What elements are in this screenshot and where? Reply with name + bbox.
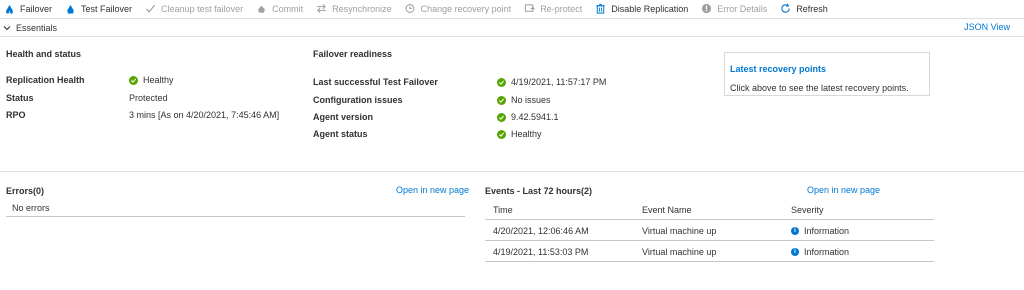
rpo-label: RPO <box>6 110 26 120</box>
test-failover-button[interactable]: Test Failover <box>64 0 132 17</box>
row-divider <box>485 240 934 241</box>
event-severity: i Information <box>791 247 849 257</box>
success-check-icon <box>497 95 506 105</box>
configuration-issues-text: No issues <box>511 95 551 105</box>
replication-health-label: Replication Health <box>6 75 85 85</box>
cleanup-label: Cleanup test failover <box>161 3 244 14</box>
agent-status-text: Healthy <box>511 129 542 139</box>
events-heading: Events - Last 72 hours(2) <box>485 186 593 196</box>
test-failover-icon <box>64 3 76 15</box>
rpo-value: 3 mins [As on 4/20/2021, 7:45:46 AM] <box>129 110 280 120</box>
resynchronize-button[interactable]: Resynchronize <box>315 0 392 17</box>
cleanup-test-failover-button[interactable]: Cleanup test failover <box>144 0 243 17</box>
change-recovery-point-button[interactable]: Change recovery point <box>404 0 512 17</box>
reprotect-icon <box>523 3 535 15</box>
toolbar-divider <box>0 18 1024 19</box>
row-divider <box>485 261 934 262</box>
essentials-divider <box>0 36 1024 37</box>
column-header-event-name[interactable]: Event Name <box>642 205 692 215</box>
replication-health-value: Healthy <box>129 75 174 85</box>
last-test-failover-label: Last successful Test Failover <box>313 77 438 87</box>
failover-label: Failover <box>20 3 53 14</box>
trash-icon <box>594 3 606 15</box>
command-bar: Failover Test Failover Cleanup test fail… <box>0 0 1024 17</box>
disable-label: Disable Replication <box>611 3 689 14</box>
event-severity: i Information <box>791 226 849 236</box>
last-test-failover-text: 4/19/2021, 11:57:17 PM <box>511 77 607 87</box>
failover-button[interactable]: Failover <box>3 0 52 17</box>
column-header-severity[interactable]: Severity <box>791 205 824 215</box>
events-open-new-page-link[interactable]: Open in new page <box>807 185 880 195</box>
status-label: Status <box>6 93 34 103</box>
errors-heading: Errors(0) <box>6 186 45 196</box>
configuration-issues-value: No issues <box>497 95 551 105</box>
commit-label: Commit <box>272 3 304 14</box>
failover-icon <box>3 3 15 15</box>
agent-version-value: 9.42.5941.1 <box>497 112 559 122</box>
test-failover-label: Test Failover <box>81 3 133 14</box>
reprotect-label: Re-protect <box>540 3 583 14</box>
error-details-label: Error Details <box>717 3 768 14</box>
disable-replication-button[interactable]: Disable Replication <box>594 0 688 17</box>
success-check-icon <box>497 129 506 139</box>
last-test-failover-value: 4/19/2021, 11:57:17 PM <box>497 77 606 87</box>
essentials-toggle[interactable]: Essentials <box>0 21 57 35</box>
column-header-time[interactable]: Time <box>493 205 513 215</box>
resync-label: Resynchronize <box>332 3 392 14</box>
agent-status-value: Healthy <box>497 129 542 139</box>
reprotect-button[interactable]: Re-protect <box>523 0 582 17</box>
recovery-points-hint: Click above to see the latest recovery p… <box>730 83 909 93</box>
status-value: Protected <box>129 93 168 103</box>
event-time: 4/19/2021, 11:53:03 PM <box>493 247 589 257</box>
failover-readiness-heading: Failover readiness <box>313 49 393 59</box>
event-name: Virtual machine up <box>642 247 717 257</box>
chevron-down-icon <box>2 23 12 33</box>
change-rp-label: Change recovery point <box>420 3 512 14</box>
events-header-divider <box>485 219 934 220</box>
no-errors-text: No errors <box>12 203 50 213</box>
refresh-icon <box>779 3 791 15</box>
error-details-button[interactable]: Error Details <box>700 0 767 17</box>
event-severity-text: Information <box>804 226 850 236</box>
health-status-heading: Health and status <box>6 49 82 59</box>
success-check-icon <box>497 77 506 87</box>
agent-version-label: Agent version <box>313 112 374 122</box>
event-name: Virtual machine up <box>642 226 717 236</box>
latest-recovery-points-link[interactable]: Latest recovery points <box>730 64 826 74</box>
errors-open-new-page-link[interactable]: Open in new page <box>396 185 469 195</box>
history-icon <box>404 3 416 15</box>
section-divider <box>0 171 1024 172</box>
json-view-link[interactable]: JSON View <box>964 22 1010 32</box>
errors-divider <box>6 216 465 217</box>
replication-health-text: Healthy <box>143 75 174 85</box>
error-icon <box>700 3 712 15</box>
recovery-points-card[interactable]: Latest recovery points Click above to se… <box>724 52 930 96</box>
commit-icon <box>255 3 267 15</box>
refresh-label: Refresh <box>796 3 828 14</box>
agent-version-text: 9.42.5941.1 <box>511 112 559 122</box>
agent-status-label: Agent status <box>313 129 368 139</box>
event-time: 4/20/2021, 12:06:46 AM <box>493 226 589 236</box>
commit-button[interactable]: Commit <box>255 0 303 17</box>
info-icon: i <box>791 227 799 235</box>
essentials-label: Essentials <box>16 23 58 33</box>
resync-icon <box>315 3 327 15</box>
success-check-icon <box>129 75 138 85</box>
checkmark-icon <box>144 3 156 15</box>
info-icon: i <box>791 248 799 256</box>
refresh-button[interactable]: Refresh <box>779 0 828 17</box>
configuration-issues-label: Configuration issues <box>313 95 403 105</box>
success-check-icon <box>497 112 506 122</box>
event-severity-text: Information <box>804 247 850 257</box>
